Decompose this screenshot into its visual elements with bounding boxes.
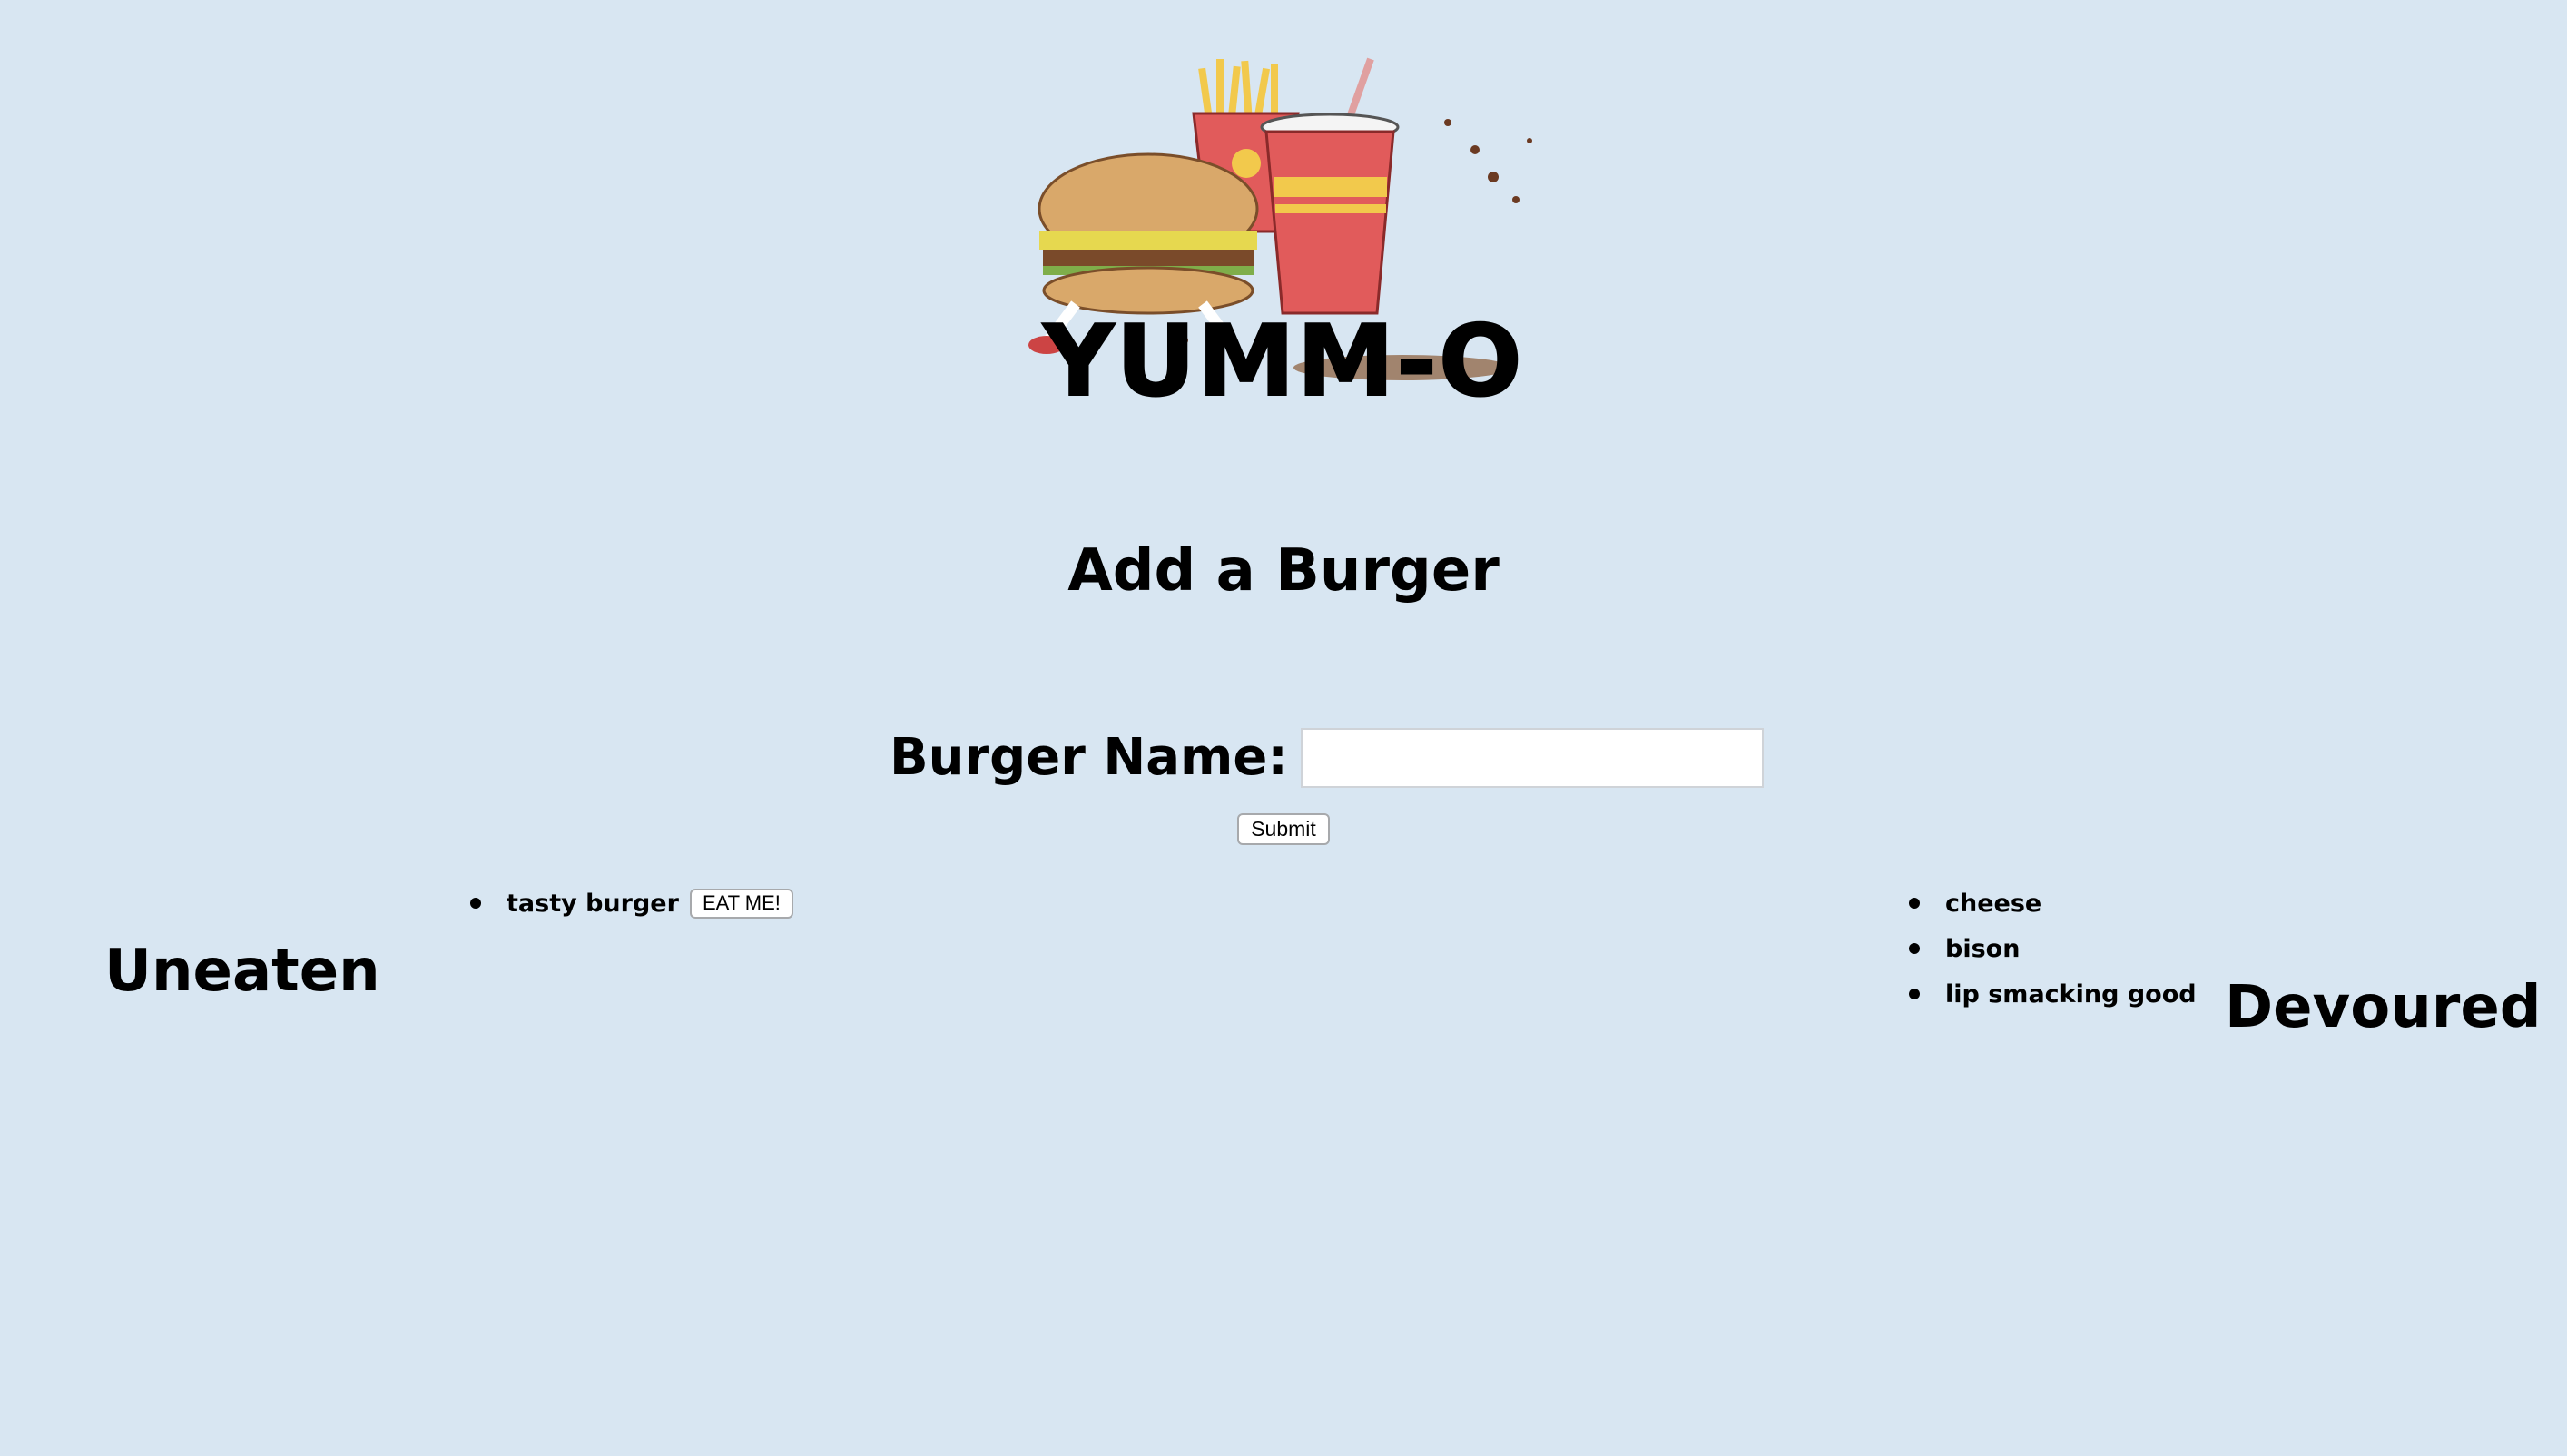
burger-name-label: Burger Name: [890,728,1288,787]
list-item: cheese [1909,880,2197,926]
burger-name: bison [1945,934,2021,963]
burger-name-input[interactable] [1300,728,1764,788]
eat-me-button[interactable]: EAT ME! [689,888,793,919]
submit-button[interactable]: Submit [1237,813,1330,845]
logo-title: YUMM-O [1042,305,1524,418]
bullet-icon [1909,989,1920,999]
uneaten-list: tasty burger EAT ME! [470,880,793,926]
uneaten-heading: Uneaten [104,938,380,1005]
list-item: bison [1909,926,2197,971]
drink-icon [1260,57,1400,315]
list-item: lip smacking good [1909,971,2197,1017]
add-burger-heading: Add a Burger [1067,537,1500,605]
burger-name: cheese [1945,889,2042,918]
list-item: tasty burger EAT ME! [470,880,793,926]
burger-name: tasty burger [507,889,679,918]
devoured-list: cheese bison lip smacking good [1909,880,2197,1017]
burger-name: lip smacking good [1945,979,2197,1008]
burger-name-row: Burger Name: [890,726,1764,790]
devoured-heading: Devoured [2225,974,2542,1041]
bullet-icon [1909,943,1920,954]
bullet-icon [1909,898,1920,909]
bullet-icon [470,898,481,909]
logo: YUMM-O [1021,41,1546,413]
